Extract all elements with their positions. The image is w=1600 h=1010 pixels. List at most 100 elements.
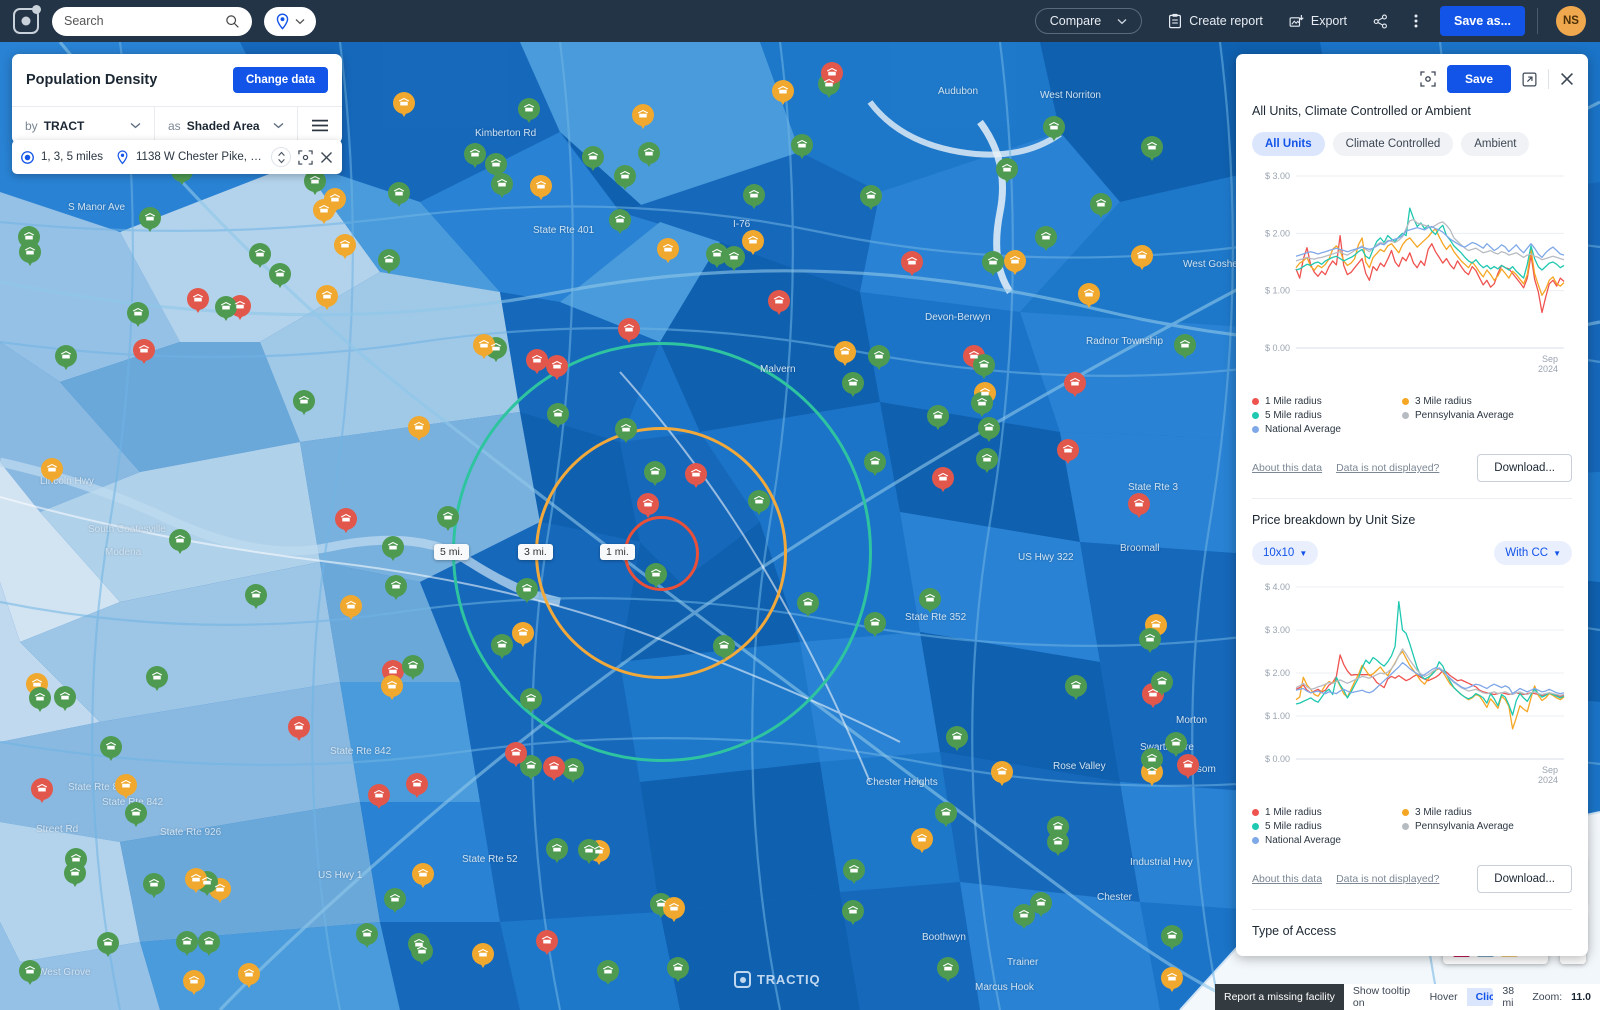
facility-pin[interactable] xyxy=(1161,924,1184,954)
facility-pin[interactable] xyxy=(667,956,690,986)
facility-pin[interactable] xyxy=(287,715,310,745)
facility-pin[interactable] xyxy=(245,583,268,613)
facility-pin[interactable] xyxy=(1012,904,1035,933)
chart-legend-item[interactable]: Pennsylvania Average xyxy=(1402,410,1552,421)
chart-legend-item[interactable]: National Average xyxy=(1252,835,1402,846)
tab-ambient[interactable]: Ambient xyxy=(1461,132,1530,156)
facility-pin[interactable] xyxy=(1160,967,1183,996)
tab-all-units[interactable]: All Units xyxy=(1252,132,1325,156)
facility-pin[interactable] xyxy=(505,741,528,771)
tab-climate-controlled[interactable]: Climate Controlled xyxy=(1332,132,1454,156)
facility-pin[interactable] xyxy=(249,242,272,272)
close-radius-panel-button[interactable] xyxy=(320,151,333,164)
facility-pin[interactable] xyxy=(100,736,123,765)
chart-all-units[interactable]: $ 0.00 $ 1.00 $ 2.00 $ 3.00 Sep 2024 xyxy=(1252,166,1572,388)
facility-pin[interactable] xyxy=(411,863,434,892)
facility-pin[interactable] xyxy=(393,92,416,121)
close-panel-button[interactable] xyxy=(1560,72,1574,86)
facility-pin[interactable] xyxy=(1140,135,1163,165)
facility-pin[interactable] xyxy=(304,169,327,199)
facility-pin[interactable] xyxy=(578,839,601,868)
facility-pin[interactable] xyxy=(1064,371,1087,401)
facility-pin[interactable] xyxy=(644,461,667,490)
facility-pin[interactable] xyxy=(613,164,636,194)
facility-pin[interactable] xyxy=(636,493,659,522)
geography-level-select[interactable]: by TRACT xyxy=(12,107,154,144)
unit-type-tabs[interactable]: All Units Climate Controlled Ambient xyxy=(1252,132,1572,156)
report-missing-facility-button[interactable]: Report a missing facility xyxy=(1215,984,1344,1010)
facility-pin[interactable] xyxy=(518,98,541,127)
facility-pin[interactable] xyxy=(436,506,459,535)
facility-pin[interactable] xyxy=(863,450,886,480)
facility-pin[interactable] xyxy=(842,372,865,401)
focus-location-button[interactable] xyxy=(298,149,313,165)
tooltip-mode-hover[interactable]: Hover xyxy=(1421,988,1467,1006)
facility-pin[interactable] xyxy=(511,622,534,651)
facility-pin[interactable] xyxy=(1003,250,1026,279)
facility-pin[interactable] xyxy=(41,457,64,487)
facility-pin[interactable] xyxy=(333,233,356,263)
change-data-button[interactable]: Change data xyxy=(232,67,328,93)
facility-pin[interactable] xyxy=(238,962,261,992)
facility-pin[interactable] xyxy=(198,930,221,960)
create-report-button[interactable]: Create report xyxy=(1158,7,1273,35)
facility-pin[interactable] xyxy=(542,756,565,785)
facility-pin[interactable] xyxy=(860,184,883,214)
app-logo[interactable] xyxy=(0,5,52,34)
facility-pin[interactable] xyxy=(977,417,1000,446)
facility-pin[interactable] xyxy=(790,133,813,163)
facility-pin[interactable] xyxy=(582,146,605,175)
facility-pin[interactable] xyxy=(843,858,866,888)
save-button[interactable]: Save xyxy=(1446,65,1511,93)
facility-pin[interactable] xyxy=(561,757,584,787)
facility-pin[interactable] xyxy=(546,354,569,384)
facility-pin[interactable] xyxy=(976,447,999,477)
facility-pin[interactable] xyxy=(1138,628,1161,657)
facility-pin[interactable] xyxy=(54,686,77,715)
facility-pin[interactable] xyxy=(834,341,857,370)
facility-pin[interactable] xyxy=(405,772,428,802)
layer-list-button[interactable] xyxy=(298,107,342,144)
facility-pin[interactable] xyxy=(945,725,968,755)
facility-pin[interactable] xyxy=(472,943,495,972)
facility-pin[interactable] xyxy=(31,778,54,807)
chart-legend-item[interactable]: Pennsylvania Average xyxy=(1402,821,1552,832)
chart-legend-item[interactable]: National Average xyxy=(1252,424,1402,435)
facility-pin[interactable] xyxy=(1130,244,1153,274)
open-external-button[interactable] xyxy=(1522,72,1537,87)
tooltip-mode-toggle[interactable]: Hover Click xyxy=(1421,988,1494,1006)
facility-pin[interactable] xyxy=(115,774,138,803)
facility-pin[interactable] xyxy=(401,654,424,684)
facility-pin[interactable] xyxy=(464,142,487,172)
facility-pin[interactable] xyxy=(339,595,362,624)
compare-dropdown[interactable]: Compare xyxy=(1034,8,1143,34)
more-options-button[interactable] xyxy=(1404,7,1428,35)
facility-pin[interactable] xyxy=(18,241,41,270)
facility-pin[interactable] xyxy=(842,900,865,929)
facility-pin[interactable] xyxy=(1047,830,1070,860)
about-this-data-link[interactable]: About this data xyxy=(1252,873,1322,885)
facility-pin[interactable] xyxy=(911,828,934,857)
facility-pin[interactable] xyxy=(490,173,513,202)
facility-pin[interactable] xyxy=(712,635,735,664)
facility-pin[interactable] xyxy=(536,930,559,959)
facility-pin[interactable] xyxy=(772,79,795,109)
display-style-select[interactable]: as Shaded Area xyxy=(155,107,297,144)
facility-pin[interactable] xyxy=(684,463,707,492)
facility-pin[interactable] xyxy=(132,338,155,368)
facility-pin[interactable] xyxy=(408,416,431,445)
facility-pin[interactable] xyxy=(1127,493,1150,522)
tooltip-mode-click[interactable]: Click xyxy=(1466,988,1494,1006)
facility-pin[interactable] xyxy=(269,262,292,292)
facility-pin[interactable] xyxy=(214,296,237,325)
facility-pin[interactable] xyxy=(127,301,150,331)
facility-pin[interactable] xyxy=(384,575,407,604)
facility-pin[interactable] xyxy=(381,536,404,565)
facility-pin[interactable] xyxy=(657,238,680,267)
facility-pin[interactable] xyxy=(547,403,570,432)
facility-pin[interactable] xyxy=(384,887,406,917)
unit-size-dropdown[interactable]: 10x10 ▼ xyxy=(1252,541,1319,565)
facility-pin[interactable] xyxy=(525,348,548,378)
facility-pin[interactable] xyxy=(55,345,78,374)
cc-filter-dropdown[interactable]: With CC ▼ xyxy=(1494,541,1572,565)
